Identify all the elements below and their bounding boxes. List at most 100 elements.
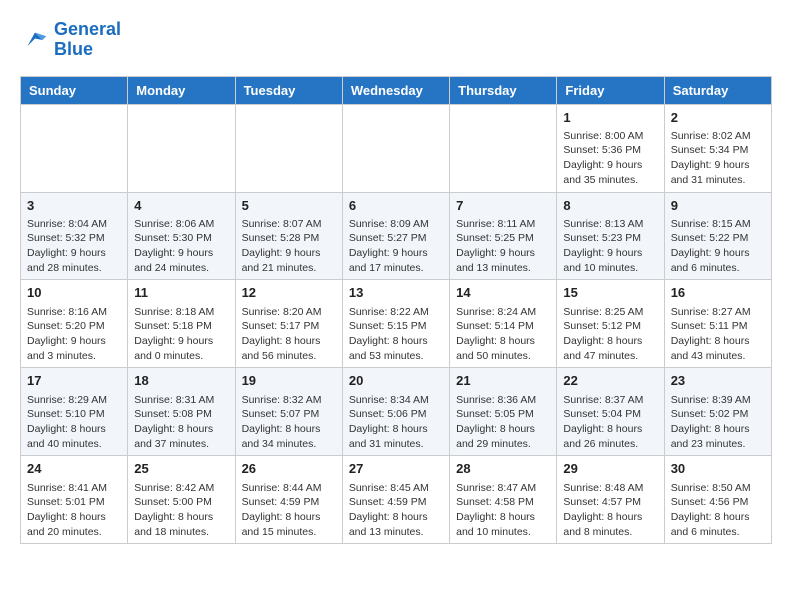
- day-number: 2: [671, 109, 765, 127]
- day-number: 9: [671, 197, 765, 215]
- calendar-week-row: 1 Sunrise: 8:00 AM Sunset: 5:36 PM Daylig…: [21, 104, 772, 192]
- day-info: Sunrise: 8:24 AM Sunset: 5:14 PM Dayligh…: [456, 305, 550, 364]
- day-info: Sunrise: 8:20 AM Sunset: 5:17 PM Dayligh…: [242, 305, 336, 364]
- logo-text: General Blue: [54, 20, 121, 60]
- page: General Blue SundayMondayTuesdayWednesda…: [0, 0, 792, 554]
- calendar-day-header: Thursday: [450, 76, 557, 104]
- calendar-week-row: 10 Sunrise: 8:16 AM Sunset: 5:20 PM Dayli…: [21, 280, 772, 368]
- calendar-cell: 28 Sunrise: 8:47 AM Sunset: 4:58 PM Dayli…: [450, 456, 557, 544]
- day-info: Sunrise: 8:47 AM Sunset: 4:58 PM Dayligh…: [456, 481, 550, 540]
- calendar-cell: 10 Sunrise: 8:16 AM Sunset: 5:20 PM Dayli…: [21, 280, 128, 368]
- calendar-week-row: 17Sunrise: 8:29 AM Sunset: 5:10 PM Dayli…: [21, 368, 772, 456]
- day-number: 19: [242, 372, 336, 390]
- calendar-cell: 16 Sunrise: 8:27 AM Sunset: 5:11 PM Dayli…: [664, 280, 771, 368]
- day-info: Sunrise: 8:16 AM Sunset: 5:20 PM Dayligh…: [27, 305, 121, 364]
- calendar-cell: 15 Sunrise: 8:25 AM Sunset: 5:12 PM Dayli…: [557, 280, 664, 368]
- day-info: Sunrise: 8:18 AM Sunset: 5:18 PM Dayligh…: [134, 305, 228, 364]
- day-number: 5: [242, 197, 336, 215]
- day-number: 3: [27, 197, 121, 215]
- day-number: 21: [456, 372, 550, 390]
- calendar-cell: 18Sunrise: 8:31 AM Sunset: 5:08 PM Dayli…: [128, 368, 235, 456]
- day-info: Sunrise: 8:00 AM Sunset: 5:36 PM Dayligh…: [563, 129, 657, 188]
- day-number: 28: [456, 460, 550, 478]
- calendar-cell: 21 Sunrise: 8:36 AM Sunset: 5:05 PM Dayli…: [450, 368, 557, 456]
- day-info: Sunrise: 8:22 AM Sunset: 5:15 PM Dayligh…: [349, 305, 443, 364]
- day-info: Sunrise: 8:04 AM Sunset: 5:32 PM Dayligh…: [27, 217, 121, 276]
- calendar-cell: 14 Sunrise: 8:24 AM Sunset: 5:14 PM Dayli…: [450, 280, 557, 368]
- calendar-cell: 9 Sunrise: 8:15 AM Sunset: 5:22 PM Daylig…: [664, 192, 771, 280]
- day-info: Sunrise: 8:31 AM Sunset: 5:08 PM Dayligh…: [134, 393, 228, 452]
- day-number: 24: [27, 460, 121, 478]
- day-number: 30: [671, 460, 765, 478]
- day-number: 14: [456, 284, 550, 302]
- calendar-cell: [21, 104, 128, 192]
- day-number: 10: [27, 284, 121, 302]
- day-info: Sunrise: 8:06 AM Sunset: 5:30 PM Dayligh…: [134, 217, 228, 276]
- day-info: Sunrise: 8:41 AM Sunset: 5:01 PM Dayligh…: [27, 481, 121, 540]
- day-info: Sunrise: 8:29 AM Sunset: 5:10 PM Dayligh…: [27, 393, 121, 452]
- calendar-day-header: Tuesday: [235, 76, 342, 104]
- day-number: 1: [563, 109, 657, 127]
- calendar-cell: 27Sunrise: 8:45 AM Sunset: 4:59 PM Dayli…: [342, 456, 449, 544]
- calendar-cell: 23 Sunrise: 8:39 AM Sunset: 5:02 PM Dayli…: [664, 368, 771, 456]
- calendar-cell: 2 Sunrise: 8:02 AM Sunset: 5:34 PM Daylig…: [664, 104, 771, 192]
- day-info: Sunrise: 8:36 AM Sunset: 5:05 PM Dayligh…: [456, 393, 550, 452]
- calendar-cell: 25 Sunrise: 8:42 AM Sunset: 5:00 PM Dayli…: [128, 456, 235, 544]
- calendar-cell: 4 Sunrise: 8:06 AM Sunset: 5:30 PM Daylig…: [128, 192, 235, 280]
- day-info: Sunrise: 8:09 AM Sunset: 5:27 PM Dayligh…: [349, 217, 443, 276]
- calendar-cell: 6 Sunrise: 8:09 AM Sunset: 5:27 PM Daylig…: [342, 192, 449, 280]
- calendar-day-header: Monday: [128, 76, 235, 104]
- day-number: 12: [242, 284, 336, 302]
- day-number: 26: [242, 460, 336, 478]
- day-number: 15: [563, 284, 657, 302]
- calendar-cell: 26Sunrise: 8:44 AM Sunset: 4:59 PM Dayli…: [235, 456, 342, 544]
- header: General Blue: [20, 20, 772, 60]
- day-info: Sunrise: 8:07 AM Sunset: 5:28 PM Dayligh…: [242, 217, 336, 276]
- calendar-cell: 20Sunrise: 8:34 AM Sunset: 5:06 PM Dayli…: [342, 368, 449, 456]
- calendar-cell: 11Sunrise: 8:18 AM Sunset: 5:18 PM Dayli…: [128, 280, 235, 368]
- day-number: 8: [563, 197, 657, 215]
- day-number: 20: [349, 372, 443, 390]
- day-number: 22: [563, 372, 657, 390]
- day-number: 27: [349, 460, 443, 478]
- logo: General Blue: [20, 20, 121, 60]
- calendar-cell: 30 Sunrise: 8:50 AM Sunset: 4:56 PM Dayli…: [664, 456, 771, 544]
- calendar-day-header: Saturday: [664, 76, 771, 104]
- calendar-cell: 29Sunrise: 8:48 AM Sunset: 4:57 PM Dayli…: [557, 456, 664, 544]
- calendar-cell: 1 Sunrise: 8:00 AM Sunset: 5:36 PM Daylig…: [557, 104, 664, 192]
- day-info: Sunrise: 8:42 AM Sunset: 5:00 PM Dayligh…: [134, 481, 228, 540]
- day-info: Sunrise: 8:11 AM Sunset: 5:25 PM Dayligh…: [456, 217, 550, 276]
- day-info: Sunrise: 8:27 AM Sunset: 5:11 PM Dayligh…: [671, 305, 765, 364]
- calendar-day-header: Friday: [557, 76, 664, 104]
- day-number: 23: [671, 372, 765, 390]
- calendar-week-row: 3 Sunrise: 8:04 AM Sunset: 5:32 PM Daylig…: [21, 192, 772, 280]
- calendar-header-row: SundayMondayTuesdayWednesdayThursdayFrid…: [21, 76, 772, 104]
- calendar-cell: [235, 104, 342, 192]
- day-info: Sunrise: 8:37 AM Sunset: 5:04 PM Dayligh…: [563, 393, 657, 452]
- day-info: Sunrise: 8:15 AM Sunset: 5:22 PM Dayligh…: [671, 217, 765, 276]
- calendar-week-row: 24 Sunrise: 8:41 AM Sunset: 5:01 PM Dayli…: [21, 456, 772, 544]
- day-number: 7: [456, 197, 550, 215]
- calendar-cell: 13Sunrise: 8:22 AM Sunset: 5:15 PM Dayli…: [342, 280, 449, 368]
- day-info: Sunrise: 8:25 AM Sunset: 5:12 PM Dayligh…: [563, 305, 657, 364]
- calendar-cell: [450, 104, 557, 192]
- calendar-cell: 12 Sunrise: 8:20 AM Sunset: 5:17 PM Dayli…: [235, 280, 342, 368]
- calendar-cell: 7 Sunrise: 8:11 AM Sunset: 5:25 PM Daylig…: [450, 192, 557, 280]
- calendar-cell: 17Sunrise: 8:29 AM Sunset: 5:10 PM Dayli…: [21, 368, 128, 456]
- calendar-cell: 19Sunrise: 8:32 AM Sunset: 5:07 PM Dayli…: [235, 368, 342, 456]
- day-info: Sunrise: 8:13 AM Sunset: 5:23 PM Dayligh…: [563, 217, 657, 276]
- day-number: 25: [134, 460, 228, 478]
- calendar-day-header: Sunday: [21, 76, 128, 104]
- day-number: 4: [134, 197, 228, 215]
- calendar-cell: [128, 104, 235, 192]
- calendar-cell: 8 Sunrise: 8:13 AM Sunset: 5:23 PM Daylig…: [557, 192, 664, 280]
- day-info: Sunrise: 8:02 AM Sunset: 5:34 PM Dayligh…: [671, 129, 765, 188]
- calendar-day-header: Wednesday: [342, 76, 449, 104]
- day-number: 29: [563, 460, 657, 478]
- calendar-cell: [342, 104, 449, 192]
- day-info: Sunrise: 8:50 AM Sunset: 4:56 PM Dayligh…: [671, 481, 765, 540]
- day-info: Sunrise: 8:39 AM Sunset: 5:02 PM Dayligh…: [671, 393, 765, 452]
- day-number: 6: [349, 197, 443, 215]
- day-number: 16: [671, 284, 765, 302]
- calendar-cell: 3 Sunrise: 8:04 AM Sunset: 5:32 PM Daylig…: [21, 192, 128, 280]
